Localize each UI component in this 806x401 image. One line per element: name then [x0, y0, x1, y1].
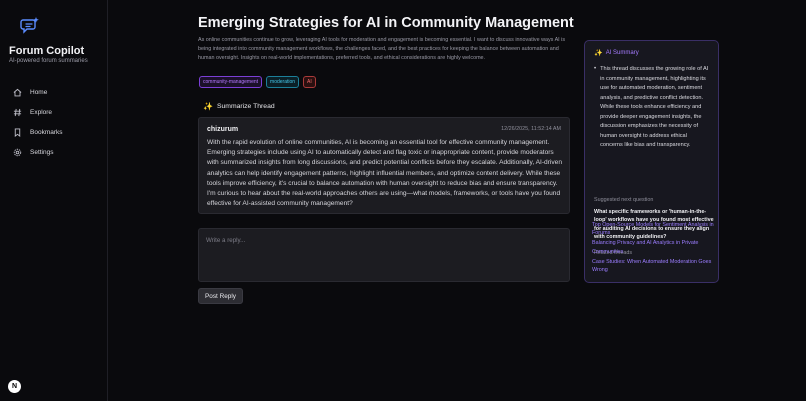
sidebar-item-home[interactable]: Home [12, 82, 102, 102]
brand-subtitle: AI-powered forum summaries [9, 58, 88, 64]
post-body: With the rapid evolution of online commu… [207, 139, 563, 208]
related-thread-link[interactable]: Top Open-Source Models for Sentiment Ana… [592, 221, 714, 238]
bookmark-icon [12, 127, 22, 137]
ai-summary-title: AI Summary [605, 50, 639, 56]
sidebar-item-settings[interactable]: Settings [12, 142, 102, 162]
ai-summary-item: • This thread discusses the growing role… [594, 65, 714, 151]
tag-list: community-management moderation AI [199, 76, 316, 88]
tag-community-management[interactable]: community-management [199, 76, 263, 88]
sidebar-item-label: Settings [30, 148, 54, 156]
sidebar-item-label: Explore [30, 108, 53, 116]
summarize-label: Summarize Thread [216, 103, 275, 110]
thread-description: As online communities continue to grow, … [198, 37, 566, 61]
reply-input[interactable] [198, 228, 570, 282]
sidebar-item-label: Home [30, 88, 48, 96]
sidebar-nav: Home Explore Bookmarks Settings [12, 82, 102, 162]
sparkle-icon: ✨ [203, 102, 213, 111]
n-logo-icon[interactable]: N [8, 380, 21, 393]
brand-title: Forum Copilot [9, 45, 85, 57]
post-reply-button[interactable]: Post Reply [198, 288, 243, 304]
bullet-icon: • [594, 66, 597, 72]
sidebar-item-bookmarks[interactable]: Bookmarks [12, 122, 102, 142]
summarize-thread-button[interactable]: ✨ Summarize Thread [203, 102, 275, 111]
related-thread-link[interactable]: Balancing Privacy and AI Analytics in Pr… [592, 239, 714, 256]
thread-title: Emerging Strategies for AI in Community … [198, 15, 574, 31]
sidebar-item-label: Bookmarks [30, 128, 63, 136]
sparkle-icon: ✨ [594, 50, 603, 57]
sidebar-item-explore[interactable]: Explore [12, 102, 102, 122]
related-thread-link[interactable]: Case Studies: When Automated Moderation … [592, 258, 714, 275]
hash-icon [12, 107, 22, 117]
post-timestamp: 12/26/2025, 11:52:14 AM [501, 126, 561, 132]
sidebar: Forum Copilot AI-powered forum summaries… [0, 0, 108, 401]
related-threads-list: Top Open-Source Models for Sentiment Ana… [592, 221, 714, 276]
tag-moderation[interactable]: moderation [266, 76, 300, 88]
next-question-label: Suggested next question [594, 197, 654, 203]
ai-summary-header: ✨ AI Summary [594, 49, 639, 57]
app-root: Forum Copilot AI-powered forum summaries… [0, 0, 806, 401]
gear-icon [12, 147, 22, 157]
post-author: chizurum [207, 126, 239, 133]
chat-sparkle-icon [20, 16, 40, 36]
home-icon [12, 87, 22, 97]
tag-ai[interactable]: AI [303, 76, 316, 88]
thread-post: chizurum 12/26/2025, 11:52:14 AM With th… [198, 117, 570, 214]
ai-summary-text: This thread discusses the growing role o… [600, 66, 709, 148]
